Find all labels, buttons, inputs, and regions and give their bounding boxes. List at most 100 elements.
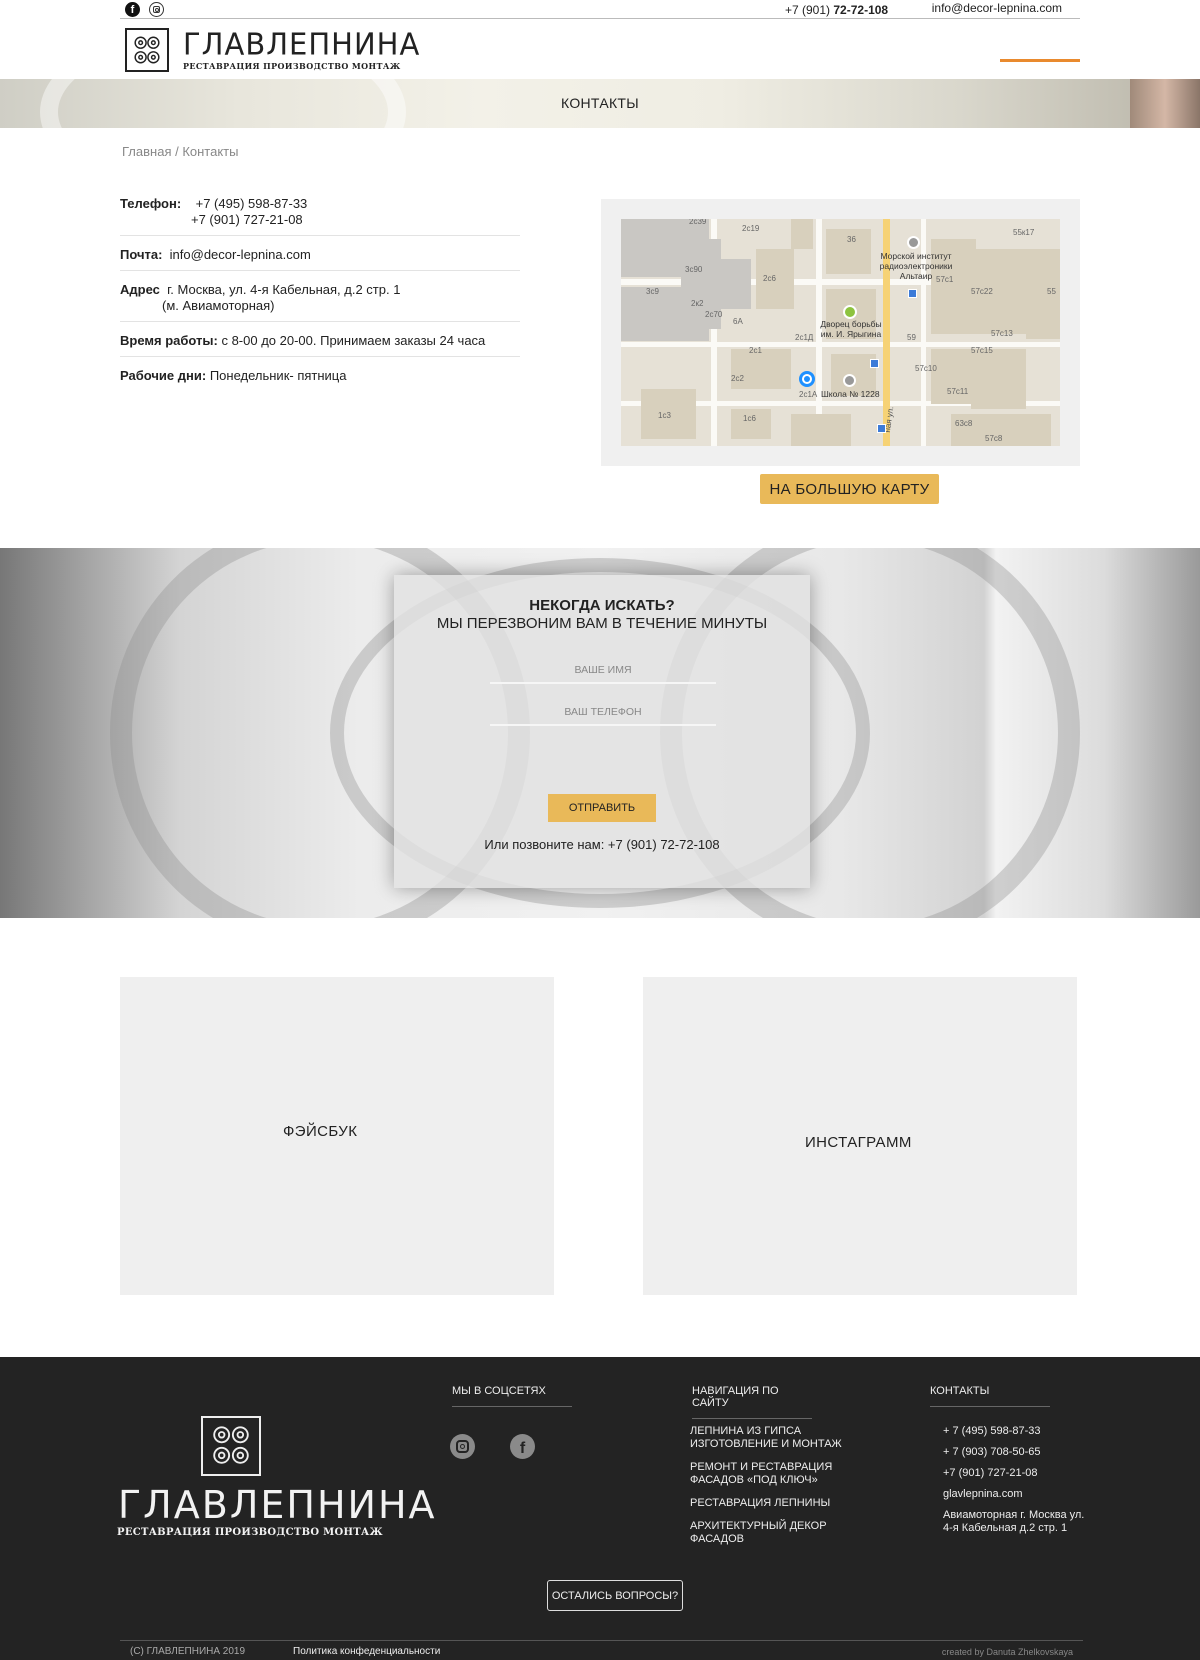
map-label: 3c90 <box>685 265 703 274</box>
map-label: 2c2 <box>731 374 744 383</box>
callback-subtitle: МЫ ПЕРЕЗВОНИМ ВАМ В ТЕЧЕНИЕ МИНУТЫ <box>436 615 768 632</box>
contact-address-row: Адрес г. Москва, ул. 4-я Кабельная, д.2 … <box>120 282 520 322</box>
site-footer: ГЛАВЛЕПНИНА РЕСТАВРАЦИЯ ПРОИЗВОДСТВО МОН… <box>0 1357 1200 1660</box>
hours-value: с 8-00 до 20-00. Принимаем заказы 24 час… <box>221 333 486 348</box>
location-pin-icon[interactable] <box>799 371 815 387</box>
name-input[interactable] <box>490 658 716 684</box>
footer-facebook-icon[interactable]: f <box>510 1434 535 1459</box>
sport-marker-icon[interactable] <box>843 305 857 319</box>
contact-mail-row: Почта: info@decor-lepnina.com <box>120 247 520 271</box>
footer-phone[interactable]: + 7 (903) 708-50-65 <box>943 1446 1093 1459</box>
instagram-icon[interactable] <box>149 2 164 17</box>
map-label: 57c15 <box>971 346 993 355</box>
questions-button[interactable]: ОСТАЛИСЬ ВОПРОСЫ? <box>547 1580 683 1611</box>
map-label: 2c6 <box>763 274 776 283</box>
map-label: 55к17 <box>1013 228 1035 237</box>
logo-tagline: РЕСТАВРАЦИЯ ПРОИЗВОДСТВО МОНТАЖ <box>183 61 401 71</box>
top-bar: f +7 (901) 72-72-108 info@decor-lepnina.… <box>120 0 1080 19</box>
footer-phone[interactable]: +7 (901) 727-21-08 <box>943 1467 1093 1480</box>
map-label: 57c10 <box>915 364 937 373</box>
footer-website[interactable]: glavlepnina.com <box>943 1488 1093 1501</box>
footer-nav-link[interactable]: РЕСТАВРАЦИЯ ЛЕПНИНЫ <box>690 1497 850 1510</box>
top-phone-prefix: +7 (901) <box>785 3 834 17</box>
map-label: 1c6 <box>743 414 756 423</box>
bus-stop-icon[interactable] <box>908 289 917 298</box>
map-label: 2c19 <box>742 224 760 233</box>
footer-nav-link[interactable]: АРХИТЕКТУРНЫЙ ДЕКОР ФАСАДОВ <box>690 1520 850 1546</box>
contact-phone-row: Телефон: +7 (495) 598-87-33 +7 (901) 727… <box>120 196 520 236</box>
map-label: 55 <box>1047 287 1056 296</box>
map-label: 2к2 <box>691 299 704 308</box>
contact-days-row: Рабочие дни: Понедельник- пятница <box>120 368 520 391</box>
logo-name: ГЛАВЛЕПНИНА <box>183 26 421 62</box>
footer-contacts-title: КОНТАКТЫ <box>930 1385 1050 1407</box>
phone-label: Телефон: <box>120 196 182 211</box>
facebook-panel[interactable]: ФЭЙСБУК <box>120 977 554 1295</box>
school-marker-icon[interactable] <box>843 374 856 387</box>
send-button[interactable]: ОТПРАВИТЬ <box>548 794 656 822</box>
designer-credit[interactable]: created by Danuta Zhelkovskaya <box>942 1647 1073 1657</box>
facebook-panel-label: ФЭЙСБУК <box>283 1123 358 1140</box>
instagram-panel[interactable]: ИНСТАГРАММ <box>643 977 1077 1295</box>
days-value: Понедельник- пятница <box>209 368 347 383</box>
privacy-policy-link[interactable]: Политика конфеденциальности <box>293 1646 440 1657</box>
map-poi-school: Школа № 1228 <box>821 389 880 399</box>
map-container: 2c39 2c19 36 55к17 3c90 2c6 3c9 2к2 2c70… <box>601 199 1080 466</box>
map-label: 57c22 <box>971 287 993 296</box>
footer-logo-tagline: РЕСТАВРАЦИЯ ПРОИЗВОДСТВО МОНТАЖ <box>117 1527 383 1538</box>
map-label: 3c9 <box>646 287 659 296</box>
instagram-panel-label: ИНСТАГРАММ <box>805 1134 912 1151</box>
phone-2[interactable]: +7 (901) 727-21-08 <box>120 212 520 228</box>
footer-social-title: МЫ В СОЦСЕТЯХ <box>452 1385 572 1407</box>
top-email-link[interactable]: info@decor-lepnina.com <box>932 1 1062 15</box>
map-label: 57c13 <box>991 329 1013 338</box>
large-map-button[interactable]: НА БОЛЬШУЮ КАРТУ <box>760 474 939 504</box>
site-logo[interactable]: ГЛАВЛЕПНИНА РЕСТАВРАЦИЯ ПРОИЗВОДСТВО МОН… <box>125 26 419 74</box>
footer-logo-name: ГЛАВЛЕПНИНА <box>118 1483 437 1527</box>
contact-info: Телефон: +7 (495) 598-87-33 +7 (901) 727… <box>120 196 520 402</box>
copyright: (C) ГЛАВЛЕПНИНА 2019 <box>130 1646 246 1657</box>
bus-stop-icon[interactable] <box>877 424 886 433</box>
page-title: КОНТАКТЫ <box>561 95 639 111</box>
callback-section: НЕКОГДА ИСКАТЬ? МЫ ПЕРЕЗВОНИМ ВАМ В ТЕЧЕ… <box>0 548 1200 918</box>
address-label: Адрес <box>120 282 160 297</box>
footer-nav: ЛЕПНИНА ИЗ ГИПСА ИЗГОТОВЛЕНИЕ И МОНТАЖ Р… <box>690 1425 850 1556</box>
footer-phone[interactable]: + 7 (495) 598-87-33 <box>943 1425 1093 1438</box>
institute-marker-icon[interactable] <box>907 236 920 249</box>
map-label: 2с1А <box>799 390 818 399</box>
phone-input[interactable] <box>490 700 716 726</box>
map-label: 6А <box>733 317 743 326</box>
footer-nav-link[interactable]: ЛЕПНИНА ИЗ ГИПСА ИЗГОТОВЛЕНИЕ И МОНТАЖ <box>690 1425 850 1451</box>
map-label: 2с1 <box>749 346 762 355</box>
footer-contacts: + 7 (495) 598-87-33 + 7 (903) 708-50-65 … <box>943 1425 1093 1543</box>
address-metro: (м. Авиамоторная) <box>162 298 275 313</box>
footer-bottom-bar: (C) ГЛАВЛЕПНИНА 2019 Политика конфеденци… <box>120 1640 1083 1660</box>
footer-logo-mark-icon[interactable] <box>201 1416 261 1476</box>
mail-label: Почта: <box>120 247 163 262</box>
top-phone[interactable]: +7 (901) 72-72-108 <box>785 3 888 17</box>
footer-instagram-icon[interactable] <box>450 1434 475 1459</box>
map-label: 36 <box>847 235 856 244</box>
footer-address: Авиамоторная г. Москва ул. 4-я Кабельная… <box>943 1509 1085 1534</box>
nav-active-indicator <box>1000 59 1080 62</box>
facebook-icon[interactable]: f <box>125 2 140 17</box>
footer-nav-title: НАВИГАЦИЯ ПО САЙТУ <box>692 1385 812 1419</box>
bus-stop-icon[interactable] <box>870 359 879 368</box>
map-label: 2c70 <box>705 310 723 319</box>
footer-nav-link[interactable]: РЕМОНТ И РЕСТАВРАЦИЯ ФАСАДОВ «ПОД КЛЮЧ» <box>690 1461 850 1487</box>
map-label: 2c39 <box>689 219 707 226</box>
phone-1[interactable]: +7 (495) 598-87-33 <box>196 196 308 211</box>
callback-form: НЕКОГДА ИСКАТЬ? МЫ ПЕРЕЗВОНИМ ВАМ В ТЕЧЕ… <box>394 575 810 888</box>
map-label: 1c3 <box>658 411 671 420</box>
map-label: 63c8 <box>955 419 973 428</box>
map-poi-palace: Дворец борьбы им. И. Ярыгина <box>820 319 882 339</box>
map-label: 2с1Д <box>795 333 814 342</box>
breadcrumb[interactable]: Главная / Контакты <box>122 144 238 159</box>
callback-phone-text: Или позвоните нам: +7 (901) 72-72-108 <box>484 837 720 852</box>
top-phone-main: 72-72-108 <box>833 3 889 17</box>
days-label: Рабочие дни: <box>120 368 207 383</box>
location-map[interactable]: 2c39 2c19 36 55к17 3c90 2c6 3c9 2к2 2c70… <box>621 219 1060 446</box>
mail-value[interactable]: info@decor-lepnina.com <box>170 247 311 262</box>
map-poi-institute: Морской институт радиоэлектроники Альтаи… <box>879 251 953 281</box>
top-social-links: f <box>125 2 164 17</box>
